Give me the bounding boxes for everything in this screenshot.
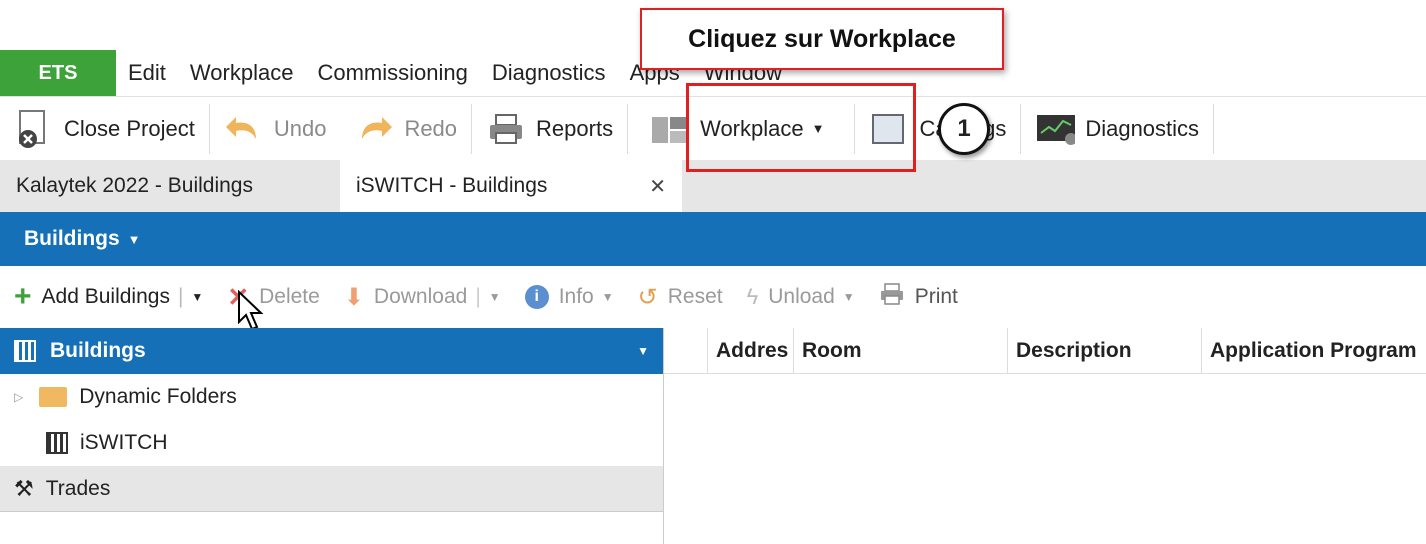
undo-button[interactable]: Undo: [210, 97, 341, 161]
ets-menu-button[interactable]: ETS: [0, 50, 116, 96]
download-button[interactable]: ⬇ Download | ▼: [344, 283, 501, 312]
step-number-badge: 1: [938, 103, 990, 155]
printer-icon: [879, 282, 905, 312]
redo-button[interactable]: Redo: [340, 97, 471, 161]
column-description[interactable]: Description: [1008, 327, 1202, 374]
diagnostics-monitor-icon: [1035, 109, 1076, 149]
tools-icon: ⚒: [14, 475, 34, 501]
dropdown-arrow-icon[interactable]: ▼: [191, 290, 203, 304]
print-button[interactable]: Print: [879, 282, 958, 312]
info-button[interactable]: i Info ▼: [524, 285, 614, 309]
chevron-down-icon: ▼: [127, 231, 141, 247]
reset-icon: ↺: [637, 283, 658, 311]
reset-label: Reset: [667, 285, 723, 308]
download-label: Download: [373, 285, 468, 308]
tab-label: iSWITCH - Buildings: [356, 174, 548, 197]
diagnostics-button[interactable]: Diagnostics: [1021, 97, 1213, 161]
building-icon: [46, 432, 68, 454]
reports-button[interactable]: Reports: [472, 97, 627, 161]
plus-icon: +: [14, 280, 32, 313]
panel-title-bar[interactable]: Buildings ▼: [0, 212, 1426, 266]
panel-title: Buildings: [24, 227, 120, 250]
mouse-cursor-icon: [238, 290, 264, 331]
info-icon: i: [524, 285, 549, 309]
building-icon: [14, 340, 36, 362]
trades-label: Trades: [45, 476, 111, 500]
undo-label: Undo: [273, 115, 327, 141]
menu-edit[interactable]: Edit: [116, 60, 178, 86]
menu-commissioning[interactable]: Commissioning: [305, 60, 479, 86]
print-label: Print: [914, 285, 958, 308]
tab-iswitch-buildings[interactable]: iSWITCH - Buildings ✕: [340, 160, 682, 212]
tab-kalaytek-buildings[interactable]: Kalaytek 2022 - Buildings: [0, 160, 340, 212]
diagnostics-label: Diagnostics: [1085, 115, 1200, 141]
buildings-tree-pane: Buildings ▼ ▷ Dynamic Folders iSWITCH ⚒ …: [0, 328, 664, 544]
workplace-icon: [650, 109, 690, 149]
undo-icon: [224, 109, 264, 149]
buildings-pane-title: Buildings: [50, 339, 146, 362]
redo-icon: [354, 109, 394, 149]
grid-row-selector-column: [664, 327, 708, 374]
grid-header: Addres Room Description Application Prog…: [664, 327, 1426, 374]
add-buildings-label: Add Buildings: [41, 285, 170, 308]
add-buildings-button[interactable]: + Add Buildings | ▼: [14, 280, 203, 314]
close-tab-icon[interactable]: ✕: [649, 174, 666, 199]
unload-label: Unload: [768, 285, 835, 308]
tutorial-callout: Cliquez sur Workplace: [640, 8, 1004, 70]
expand-arrow-icon[interactable]: ▷: [14, 390, 23, 404]
close-project-icon: [14, 109, 54, 149]
separator: |: [475, 285, 481, 308]
tree-item-label: iSWITCH: [80, 431, 168, 454]
menu-workplace[interactable]: Workplace: [178, 60, 306, 86]
menu-diagnostics[interactable]: Diagnostics: [480, 60, 618, 86]
trades-section-header[interactable]: ⚒ Trades: [0, 466, 663, 512]
buildings-pane-header[interactable]: Buildings ▼: [0, 328, 663, 374]
dropdown-arrow-icon: ▼: [601, 290, 614, 304]
download-icon: ⬇: [343, 283, 364, 311]
delete-label: Delete: [259, 285, 320, 308]
column-address[interactable]: Addres: [708, 327, 794, 374]
info-label: Info: [558, 285, 594, 308]
tree-item-dynamic-folders[interactable]: ▷ Dynamic Folders: [0, 374, 663, 420]
column-room[interactable]: Room: [794, 327, 1008, 374]
unload-button[interactable]: ϟ Unload ▼: [747, 284, 855, 310]
lightning-icon: ϟ: [746, 284, 759, 309]
chevron-down-icon: ▼: [637, 344, 649, 358]
tab-label: Kalaytek 2022 - Buildings: [16, 174, 253, 197]
dropdown-arrow-icon: ▼: [842, 290, 855, 304]
folder-icon: [39, 387, 68, 407]
column-application-program[interactable]: Application Program: [1202, 328, 1426, 374]
redo-label: Redo: [404, 115, 458, 141]
reports-label: Reports: [536, 115, 614, 141]
toolbar-separator: [1213, 103, 1215, 154]
close-project-label: Close Project: [64, 115, 195, 141]
action-toolbar: + Add Buildings | ▼ ✕ Delete ⬇ Download …: [0, 266, 1426, 328]
printer-icon: [486, 109, 526, 149]
close-project-button[interactable]: Close Project: [0, 97, 209, 161]
separator: |: [177, 285, 184, 308]
tree-item-iswitch[interactable]: iSWITCH: [0, 420, 663, 466]
reset-button[interactable]: ↺ Reset: [638, 283, 723, 312]
dropdown-arrow-icon: ▼: [488, 290, 501, 304]
tree-item-label: Dynamic Folders: [79, 385, 237, 408]
highlight-box: [686, 83, 916, 172]
